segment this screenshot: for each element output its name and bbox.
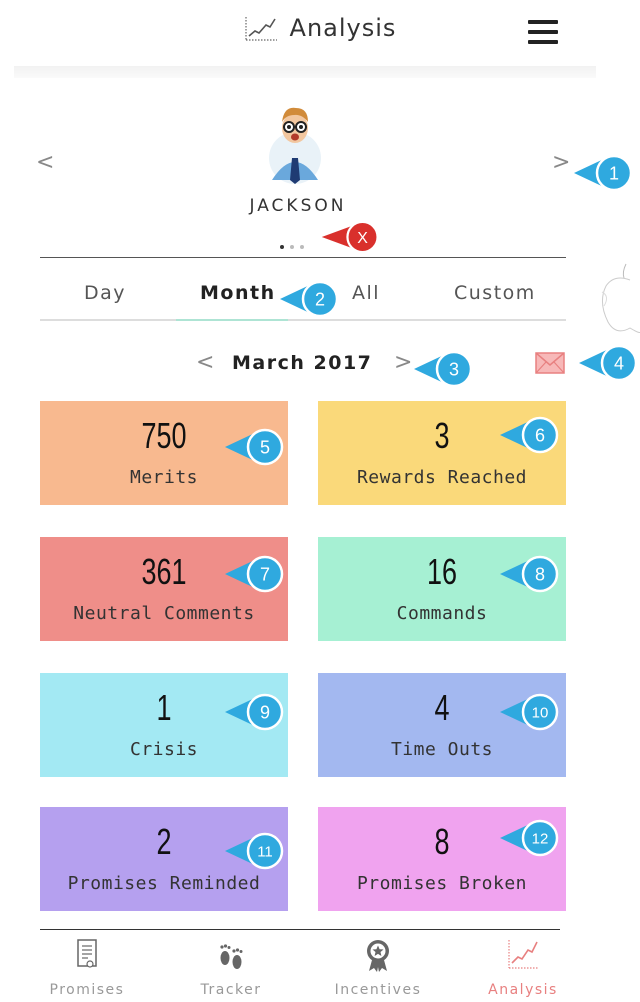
divider xyxy=(40,257,566,258)
page-dot[interactable] xyxy=(290,245,294,249)
callout-marker: 10 xyxy=(500,693,559,731)
month-label: March 2017 xyxy=(232,352,373,374)
chart-line-icon xyxy=(508,940,539,969)
stat-label: Rewards Reached xyxy=(356,467,528,488)
tab-active-indicator xyxy=(176,319,288,321)
apple-sketch-icon xyxy=(601,263,640,333)
bottom-nav-divider xyxy=(40,929,560,930)
callout-number: 2 xyxy=(315,290,325,310)
callout-number: 7 xyxy=(260,565,270,585)
callout-marker: 8 xyxy=(500,555,559,593)
callout-marker-x: X xyxy=(321,220,379,254)
callout-number: 4 xyxy=(614,354,624,374)
callout-marker: 1 xyxy=(574,154,633,192)
tab-month[interactable]: Month xyxy=(200,282,276,304)
footprints-icon xyxy=(220,944,243,969)
page-dot[interactable] xyxy=(280,245,284,249)
page-dot[interactable] xyxy=(300,245,304,249)
callout-number: 10 xyxy=(532,705,549,722)
header-shadow xyxy=(14,66,596,78)
callout-marker: 11 xyxy=(225,832,284,870)
tab-underline-track xyxy=(40,319,566,321)
callout-x-label: X xyxy=(357,230,368,247)
callout-marker: 9 xyxy=(225,693,284,731)
callout-number: 8 xyxy=(535,565,545,585)
award-medal-icon xyxy=(367,940,389,972)
child-name: JACKSON xyxy=(249,196,347,216)
page-dots xyxy=(280,234,310,253)
callout-number: 11 xyxy=(257,844,273,861)
callout-number: 3 xyxy=(449,360,459,380)
document-icon xyxy=(77,939,97,968)
callout-marker: 7 xyxy=(225,555,284,593)
nav-analysis[interactable]: Analysis xyxy=(458,938,588,998)
stat-label: Promises Reminded xyxy=(67,873,261,894)
nav-label: Analysis xyxy=(488,982,558,998)
callout-number: 1 xyxy=(609,164,619,184)
tab-day[interactable]: Day xyxy=(84,282,126,304)
callout-number: 5 xyxy=(260,438,270,458)
tab-all[interactable]: All xyxy=(352,282,380,304)
avatar[interactable] xyxy=(266,100,324,186)
stat-label: Commands xyxy=(396,603,488,624)
next-child-button[interactable]: > xyxy=(552,150,570,175)
nav-label: Tracker xyxy=(200,982,262,998)
callout-number: 9 xyxy=(260,703,270,723)
envelope-icon[interactable] xyxy=(535,352,565,374)
tab-custom[interactable]: Custom xyxy=(454,282,536,304)
callout-number: 6 xyxy=(535,426,545,446)
callout-marker: 2 xyxy=(280,280,339,318)
hamburger-menu-icon[interactable] xyxy=(528,20,562,44)
stat-label: Promises Broken xyxy=(356,873,528,894)
next-month-button[interactable]: > xyxy=(394,350,412,375)
nav-label: Promises xyxy=(49,982,125,998)
stat-label: Neutral Comments xyxy=(73,603,255,624)
prev-month-button[interactable]: < xyxy=(196,350,214,375)
callout-marker: 12 xyxy=(500,819,559,857)
callout-number: 12 xyxy=(532,831,549,848)
callout-marker: 3 xyxy=(414,350,473,388)
callout-marker: 6 xyxy=(500,416,559,454)
nav-label: Incentives xyxy=(334,982,422,998)
stat-label: Merits xyxy=(129,467,199,488)
callout-marker: 4 xyxy=(579,344,638,382)
stat-label: Crisis xyxy=(129,739,199,760)
nav-tracker[interactable]: Tracker xyxy=(166,938,296,998)
page-title: Analysis xyxy=(289,14,397,42)
chart-line-icon xyxy=(244,17,277,41)
app-header: Analysis xyxy=(0,0,640,66)
nav-incentives[interactable]: Incentives xyxy=(313,938,443,998)
prev-child-button[interactable]: < xyxy=(36,150,54,175)
stat-label: Time Outs xyxy=(390,739,494,760)
callout-marker: 5 xyxy=(225,428,284,466)
nav-promises[interactable]: Promises xyxy=(22,938,152,998)
